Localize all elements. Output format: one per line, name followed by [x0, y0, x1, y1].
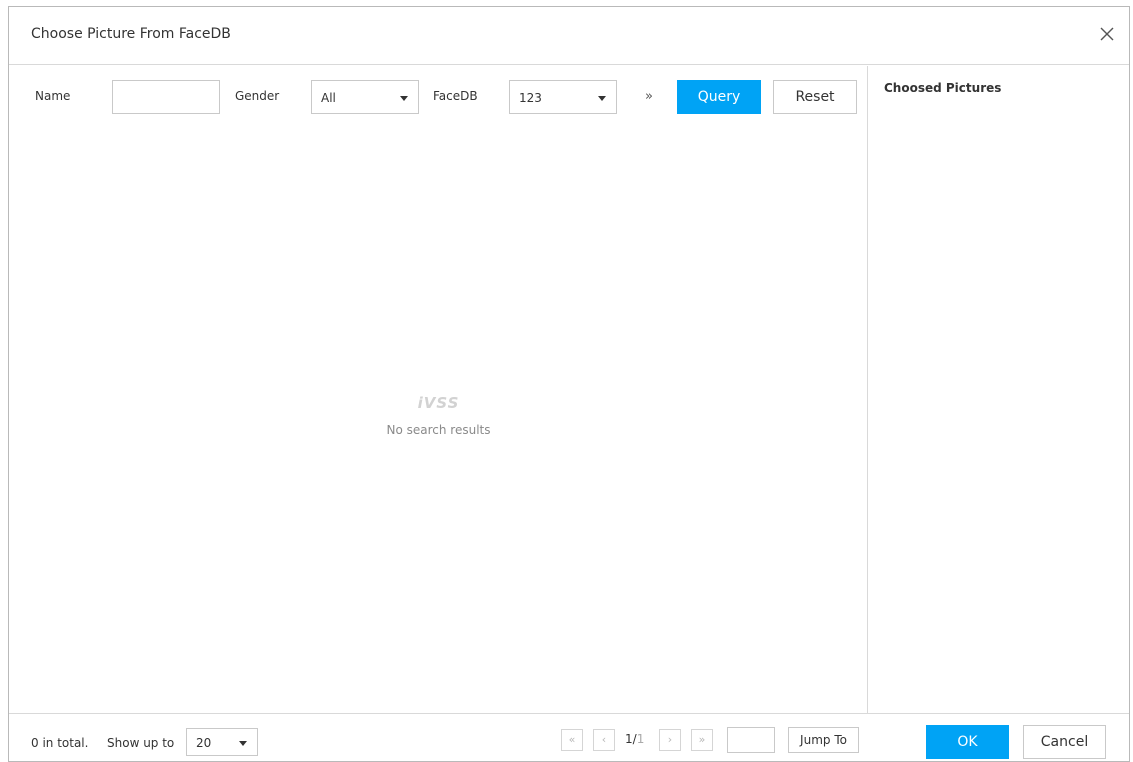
next-page-icon[interactable]: ›	[659, 729, 681, 751]
gender-label: Gender	[235, 89, 280, 103]
name-label: Name	[35, 89, 71, 103]
dialog-title: Choose Picture From FaceDB	[31, 26, 231, 42]
query-button[interactable]: Query	[677, 80, 761, 114]
search-pane: Name Gender All FaceDB 123 » Query Reset…	[9, 66, 868, 713]
jump-page-input[interactable]	[727, 727, 775, 753]
total-count-text: 0 in total.	[31, 736, 89, 750]
cancel-button[interactable]: Cancel	[1023, 725, 1106, 759]
dialog-titlebar: Choose Picture From FaceDB	[9, 7, 1129, 65]
first-page-icon[interactable]: «	[561, 729, 583, 751]
page-size-select[interactable]: 20	[186, 728, 258, 756]
dialog-footer: 0 in total. Show up to 20 « ‹ 1/1 › » Ju…	[9, 713, 1129, 761]
jump-to-button[interactable]: Jump To	[788, 727, 859, 753]
chosen-pictures-pane: Choosed Pictures	[869, 66, 1129, 713]
chevron-down-icon	[400, 96, 408, 101]
gender-select-value: All	[321, 91, 336, 105]
empty-results-text: No search results	[386, 423, 491, 437]
chevron-down-icon	[598, 96, 606, 101]
facedb-select-value: 123	[519, 91, 542, 105]
facedb-select[interactable]: 123	[509, 80, 617, 114]
show-up-to-label: Show up to	[107, 736, 175, 750]
last-page-icon[interactable]: »	[691, 729, 713, 751]
close-icon[interactable]	[1095, 22, 1119, 46]
page-size-value: 20	[196, 736, 212, 750]
facedb-label: FaceDB	[433, 89, 478, 103]
gender-select[interactable]: All	[311, 80, 419, 114]
page-indicator: 1/1	[625, 732, 645, 746]
ivss-watermark: iVSS	[417, 394, 460, 412]
prev-page-icon[interactable]: ‹	[593, 729, 615, 751]
chevron-down-icon	[239, 741, 247, 746]
reset-button[interactable]: Reset	[773, 80, 857, 114]
choose-picture-dialog: Choose Picture From FaceDB Name Gender A…	[8, 6, 1130, 762]
ok-button[interactable]: OK	[926, 725, 1009, 759]
name-input[interactable]	[112, 80, 220, 114]
double-chevron-right-icon[interactable]: »	[645, 89, 653, 104]
current-page: 1	[625, 732, 633, 746]
total-pages: 1	[636, 732, 645, 746]
chosen-pictures-title: Choosed Pictures	[884, 81, 1002, 95]
